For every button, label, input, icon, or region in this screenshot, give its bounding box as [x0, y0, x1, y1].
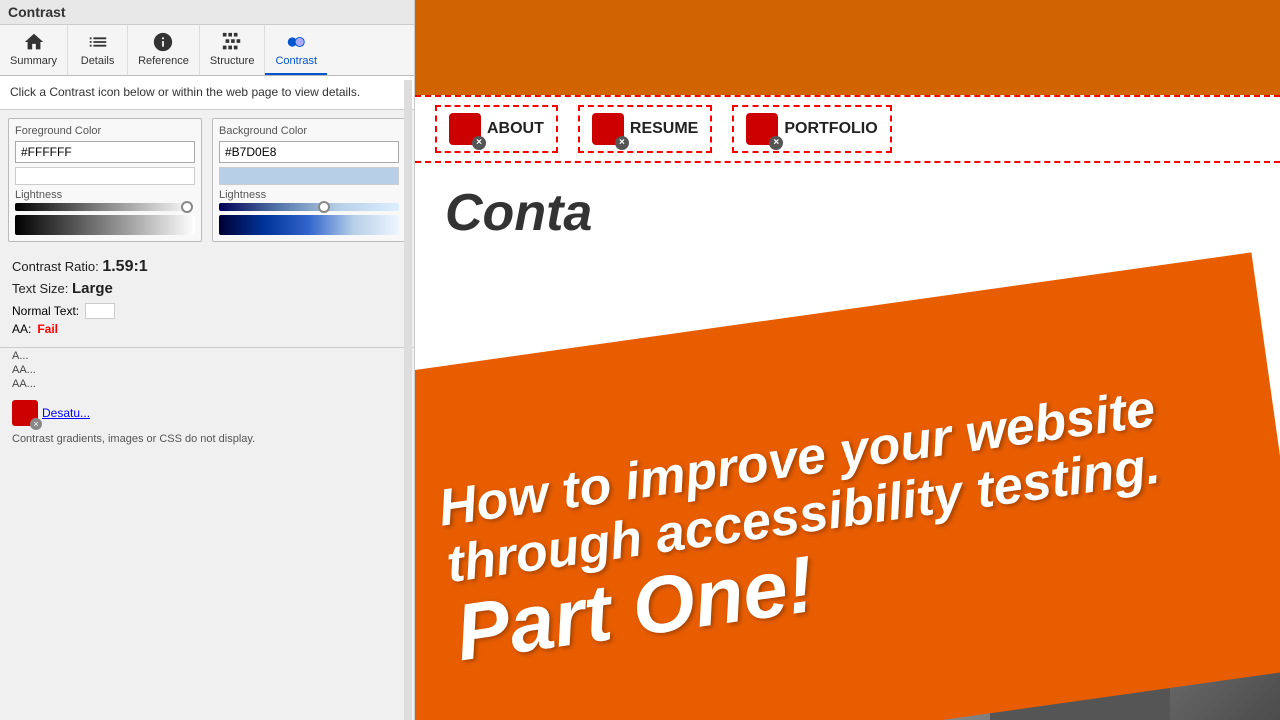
foreground-swatch	[15, 167, 195, 185]
instruction-text: Click a Contrast icon below or within th…	[0, 76, 414, 110]
background-label: Background Color	[219, 125, 399, 137]
toolbar-details[interactable]: Details	[68, 25, 128, 75]
text-size-line: Text Size: Large	[12, 280, 402, 297]
home-icon	[23, 31, 45, 53]
aa-row-4: AA...	[12, 378, 402, 390]
aa-row-3: AA...	[12, 364, 402, 376]
content-area: Conta Phone (optiona... How to improve y…	[415, 163, 1280, 720]
structure-label: Structure	[210, 55, 255, 67]
foreground-slider-track[interactable]	[15, 203, 195, 211]
nav-resume[interactable]: RESUME	[578, 105, 712, 153]
summary-label: Summary	[10, 55, 57, 67]
aa-label: AA:	[12, 322, 31, 336]
foreground-lightness-label: Lightness	[15, 189, 195, 201]
orange-top-bar	[415, 0, 1280, 90]
foreground-group: Foreground Color Lightness	[8, 118, 202, 242]
foreground-gradient	[15, 215, 195, 235]
list-icon	[87, 31, 109, 53]
contrast-ratio-line: Contrast Ratio: 1.59:1	[12, 258, 402, 276]
normal-text-row: Normal Text:	[12, 303, 402, 319]
desatu-link[interactable]: Desatu...	[42, 406, 90, 420]
aa-value: Fail	[37, 322, 58, 336]
banner-overlay: How to improve your website through acce…	[415, 252, 1280, 720]
reference-label: Reference	[138, 55, 189, 67]
structure-icon	[221, 31, 243, 53]
main-area: ABOUT RESUME PORTFOLIO Conta Phone (opti…	[415, 0, 1280, 720]
background-swatch	[219, 167, 399, 185]
foreground-label: Foreground Color	[15, 125, 195, 137]
toolbar-reference[interactable]: Reference	[128, 25, 200, 75]
contrast-label: Contrast	[275, 55, 317, 67]
contrast-ratio-label: Contrast Ratio:	[12, 259, 99, 274]
nav-about[interactable]: ABOUT	[435, 105, 558, 153]
contrast-info: Contrast Ratio: 1.59:1 Text Size: Large …	[0, 250, 414, 348]
toolbar-summary[interactable]: Summary	[0, 25, 68, 75]
foreground-color-input[interactable]	[15, 141, 195, 163]
nav-portfolio[interactable]: PORTFOLIO	[732, 105, 891, 153]
panel-title: Contrast	[0, 0, 414, 25]
about-icon	[449, 113, 481, 145]
toolbar: Summary Details Reference Structure	[0, 25, 414, 76]
portfolio-icon	[746, 113, 778, 145]
toolbar-structure[interactable]: Structure	[200, 25, 266, 75]
resume-icon	[592, 113, 624, 145]
aa-row-2: A...	[12, 350, 402, 362]
details-label: Details	[81, 55, 115, 67]
aa-2-label: A...	[12, 350, 29, 362]
contrast-icon	[285, 31, 307, 53]
desatu-section: Desatu... Contrast gradients, images or …	[0, 394, 414, 453]
contact-title: Conta	[445, 183, 1250, 243]
text-sample-box	[85, 303, 115, 319]
contrast-ratio-value: 1.59:1	[102, 258, 147, 275]
aa-3-label: AA...	[12, 364, 36, 376]
nav-bar: ABOUT RESUME PORTFOLIO	[415, 95, 1280, 163]
toolbar-contrast[interactable]: Contrast	[265, 25, 327, 75]
about-label: ABOUT	[487, 120, 544, 138]
red-icon-small	[12, 400, 38, 426]
background-color-input[interactable]	[219, 141, 399, 163]
resume-label: RESUME	[630, 120, 698, 138]
normal-text-label: Normal Text:	[12, 304, 79, 318]
background-lightness-label: Lightness	[219, 189, 399, 201]
left-panel: Contrast Summary Details Reference Struc…	[0, 0, 415, 720]
text-size-label: Text Size:	[12, 281, 68, 296]
footer-text: Contrast gradients, images or CSS do not…	[12, 432, 402, 447]
info-icon	[152, 31, 174, 53]
aa-4-label: AA...	[12, 378, 36, 390]
portfolio-label: PORTFOLIO	[784, 120, 877, 138]
aa-rows: A... AA... AA...	[0, 348, 414, 394]
color-controls: Foreground Color Lightness Background Co…	[0, 110, 414, 250]
background-slider-thumb[interactable]	[318, 201, 330, 213]
background-slider-track[interactable]	[219, 203, 399, 211]
background-gradient	[219, 215, 399, 235]
foreground-slider-thumb[interactable]	[181, 201, 193, 213]
text-size-value: Large	[72, 280, 113, 297]
aa-row: AA: Fail	[12, 322, 402, 336]
background-group: Background Color Lightness	[212, 118, 406, 242]
scroll-indicator[interactable]	[404, 80, 412, 720]
